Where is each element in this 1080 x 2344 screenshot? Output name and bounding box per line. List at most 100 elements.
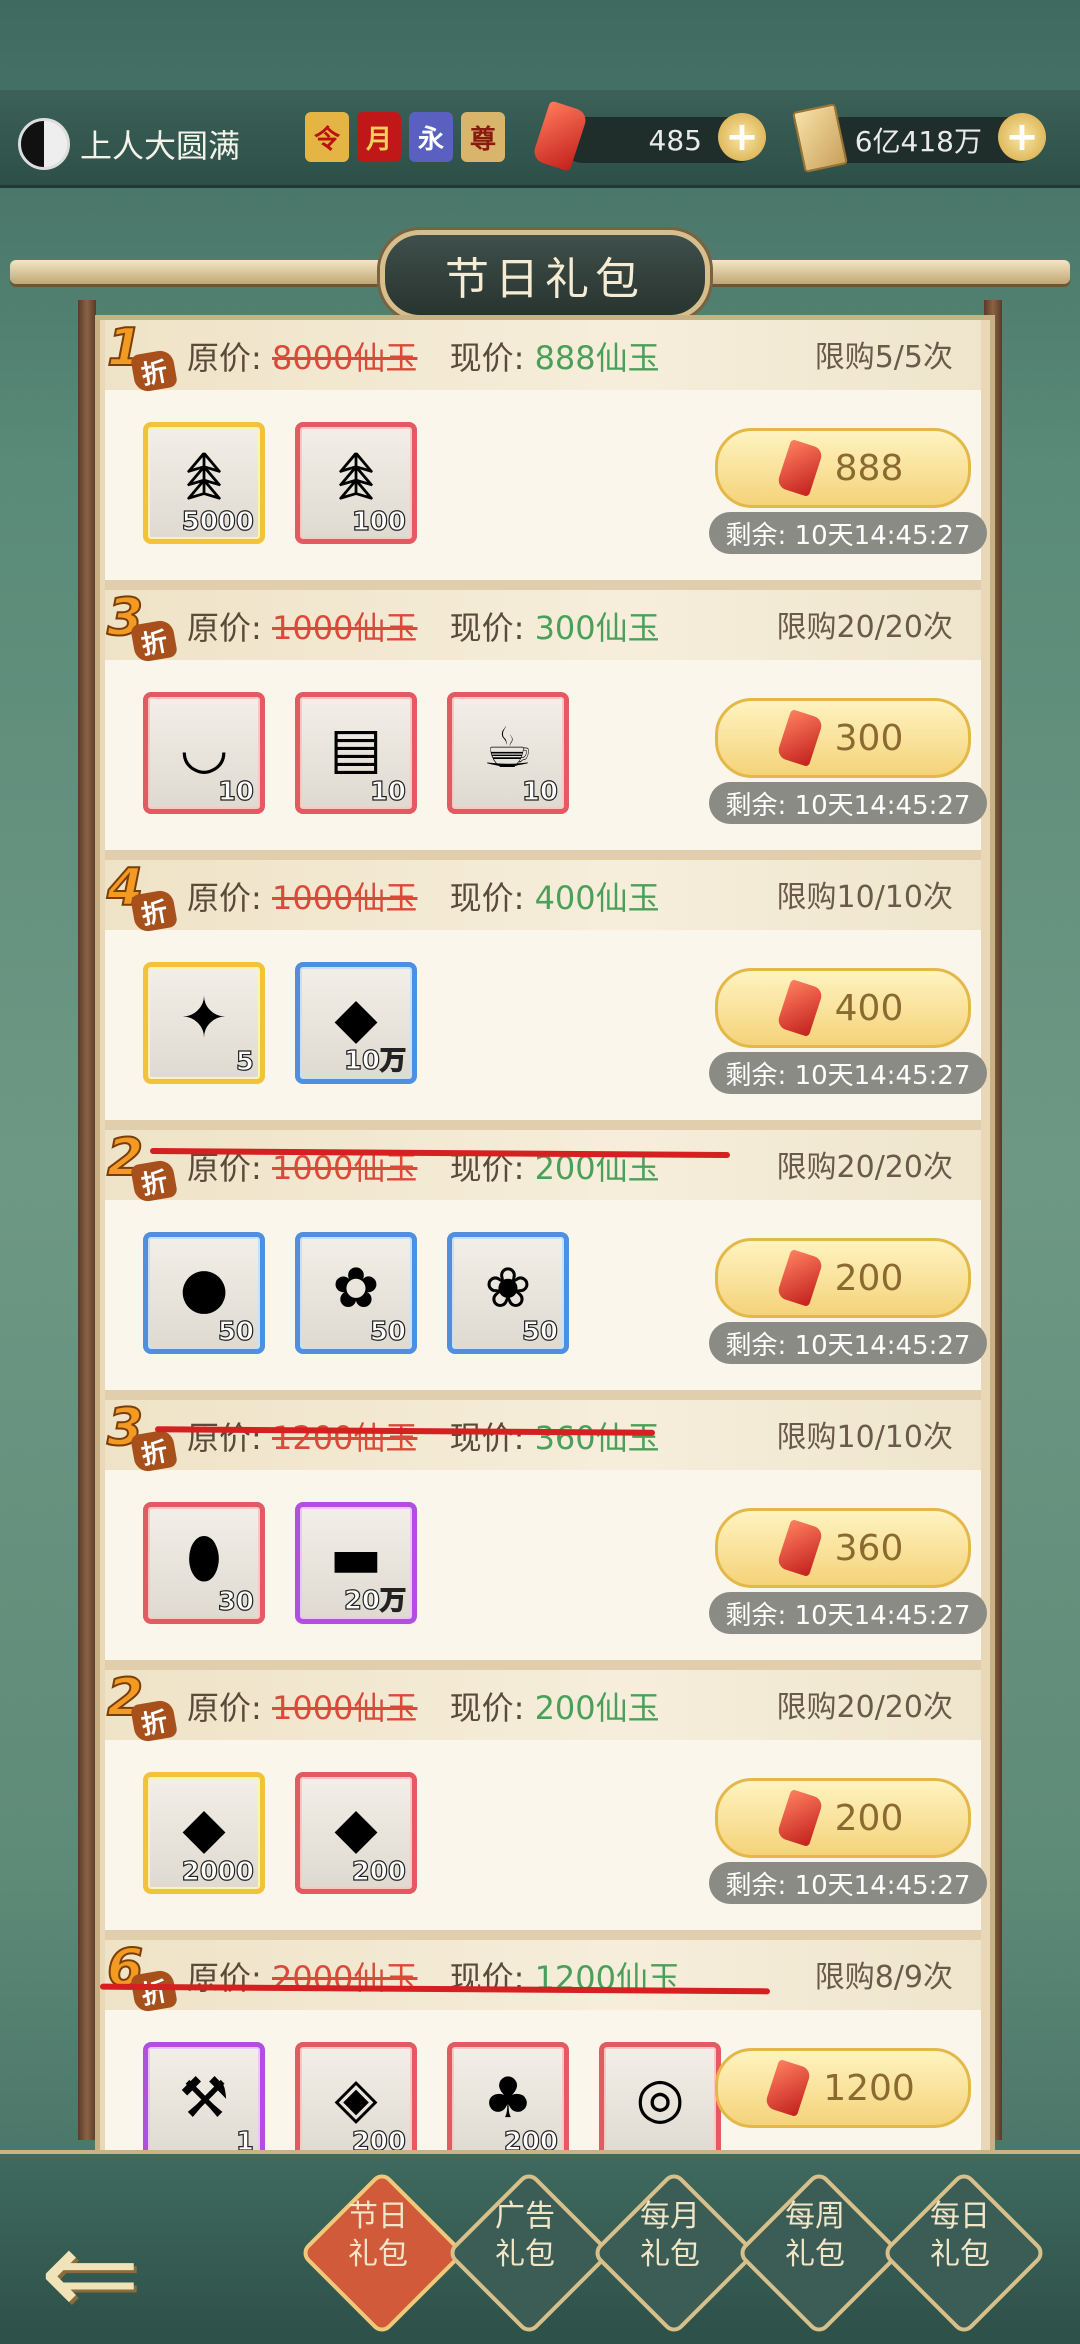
reward-item-slot[interactable]: ● 50 — [143, 1232, 265, 1354]
current-price: 888仙玉 — [534, 339, 660, 377]
token-badge-icon[interactable]: 令 — [305, 112, 349, 162]
gem-amount: 485 — [648, 123, 702, 157]
item-quantity: 10 — [369, 776, 406, 807]
reward-items: ⚒ 1 ◈ 200 ♣ 200 ◎ — [143, 2042, 721, 2164]
reward-item-slot[interactable]: ◆ 2000 — [143, 1772, 265, 1894]
gift-pack-list[interactable]: 1 折 原价: 8000仙玉 现价: 888仙玉 限购5/5次 𖠰 5000 𖠰… — [95, 315, 995, 2180]
jade-ingot-icon: ◆ — [334, 1795, 378, 1861]
gift-pack-card: 2 折 原价: 1000仙玉 现价: 200仙玉 限购20/20次 ◆ 2000… — [105, 1667, 987, 1940]
item-quantity: 2000 — [181, 1856, 255, 1887]
red-gem-icon — [775, 1518, 824, 1578]
buy-price: 200 — [834, 1797, 904, 1839]
back-button[interactable]: ⇐ — [40, 2214, 230, 2334]
original-price-label: 原价: — [187, 1689, 262, 1727]
reward-item-slot[interactable]: 𖠰 5000 — [143, 422, 265, 544]
tab-label: 节日 礼包 — [323, 2198, 433, 2274]
red-flower-icon: ✿ — [332, 1255, 380, 1321]
reward-item-slot[interactable]: ◆ 10万 — [295, 962, 417, 1084]
original-price-label: 原价: — [187, 879, 262, 917]
discount-zhe-label: 折 — [130, 1968, 178, 2014]
current-price-label: 现价: — [449, 1419, 525, 1457]
tab-label: 每周 礼包 — [760, 2198, 870, 2274]
item-quantity: 50 — [369, 1316, 406, 1347]
melon-icon: ● — [179, 1255, 229, 1321]
reward-item-slot[interactable]: ❀ 50 — [447, 1232, 569, 1354]
remaining-time: 剩余: 10天14:45:27 — [709, 1592, 987, 1634]
original-price-label: 原价: — [187, 339, 262, 377]
tab-label-line2: 礼包 — [348, 2237, 408, 2272]
item-quantity: 30 — [217, 1586, 254, 1617]
reward-items: ◆ 2000 ◆ 200 — [143, 1772, 417, 1894]
reward-item-slot[interactable]: ♣ 200 — [447, 2042, 569, 2164]
top-bar: 上人大圆满 令 月 永 尊 485 + 6亿418万 + — [0, 90, 1080, 188]
purchase-limit: 限购5/5次 — [814, 340, 953, 375]
current-price-label: 现价: — [449, 879, 525, 917]
tea-cup-icon: ☕ — [482, 715, 534, 781]
herb-icon: ❀ — [484, 1255, 532, 1321]
buy-price: 360 — [834, 1527, 904, 1569]
buy-button[interactable]: 400 — [715, 968, 971, 1048]
current-price: 360仙玉 — [534, 1419, 660, 1457]
price-line: 原价: 1000仙玉 现价: 400仙玉 — [187, 873, 660, 919]
buy-button[interactable]: 200 — [715, 1238, 971, 1318]
purchase-limit: 限购10/10次 — [776, 1420, 953, 1455]
reward-items: ◡ 10 ▤ 10 ☕ 10 — [143, 692, 569, 814]
discount-tag: 4 折 — [103, 857, 183, 934]
player-name: 上人大圆满 — [80, 127, 241, 165]
reward-item-slot[interactable]: ◎ — [599, 2042, 721, 2164]
discount-zhe-label: 折 — [130, 1158, 178, 1204]
red-gem-icon — [775, 978, 824, 1038]
card-header: 2 折 原价: 1000仙玉 现价: 200仙玉 限购20/20次 — [105, 1127, 981, 1204]
player-info[interactable]: 上人大圆满 — [18, 118, 240, 170]
reward-item-slot[interactable]: ▬ 20万 — [295, 1502, 417, 1624]
purchase-limit: 限购20/20次 — [776, 1690, 953, 1725]
price-line: 原价: 1200仙玉 现价: 360仙玉 — [187, 1413, 660, 1459]
reward-item-slot[interactable]: ✦ 5 — [143, 962, 265, 1084]
talisman-icon: ▬ — [329, 1525, 383, 1591]
current-price: 400仙玉 — [534, 879, 660, 917]
reward-item-slot[interactable]: ▤ 10 — [295, 692, 417, 814]
reward-item-slot[interactable]: ⚒ 1 — [143, 2042, 265, 2164]
vip-badge-icon[interactable]: 尊 — [461, 112, 505, 162]
item-quantity: 50 — [521, 1316, 558, 1347]
gem-currency: 485 + — [531, 100, 766, 172]
buy-price: 300 — [834, 717, 904, 759]
monthly-card-badge-icon[interactable]: 月 — [357, 112, 401, 162]
purchase-limit: 限购20/20次 — [776, 1150, 953, 1185]
reward-item-slot[interactable]: ◈ 200 — [295, 2042, 417, 2164]
card-header: 6 折 原价: 2000仙玉 现价: 1200仙玉 限购8/9次 — [105, 1937, 981, 2014]
jade-ingot-icon: ◆ — [334, 985, 378, 1051]
gift-pack-card: 3 折 原价: 1000仙玉 现价: 300仙玉 限购20/20次 ◡ 10 ▤… — [105, 587, 987, 860]
discount-tag: 3 折 — [103, 1397, 183, 1474]
buy-button[interactable]: 888 — [715, 428, 971, 508]
buy-button[interactable]: 200 — [715, 1778, 971, 1858]
crystal-ore-icon: ◈ — [334, 2065, 378, 2131]
buy-price: 888 — [834, 447, 904, 489]
remaining-time: 剩余: 10天14:45:27 — [709, 1322, 987, 1364]
remaining-time: 剩余: 10天14:45:27 — [709, 512, 987, 554]
add-token-button[interactable]: + — [998, 113, 1046, 161]
token-scroll-icon — [792, 103, 848, 173]
permanent-card-badge-icon[interactable]: 永 — [409, 112, 453, 162]
discount-tag: 6 折 — [103, 1937, 183, 2014]
remaining-time: 剩余: 10天14:45:27 — [709, 782, 987, 824]
jade-ingot-icon: ◆ — [182, 1795, 226, 1861]
back-arrow-icon: ⇐ — [40, 2204, 141, 2343]
buy-button[interactable]: 360 — [715, 1508, 971, 1588]
reward-item-slot[interactable]: ✿ 50 — [295, 1232, 417, 1354]
reward-item-slot[interactable]: ◆ 200 — [295, 1772, 417, 1894]
reward-item-slot[interactable]: 𖠰 100 — [295, 422, 417, 544]
reward-item-slot[interactable]: ◡ 10 — [143, 692, 265, 814]
scroll-icon: ▤ — [329, 715, 383, 781]
add-gem-button[interactable]: + — [718, 113, 766, 161]
tab-label-line2: 礼包 — [785, 2237, 845, 2272]
remaining-time: 剩余: 10天14:45:27 — [709, 1862, 987, 1904]
token-amount: 6亿418万 — [854, 125, 982, 158]
item-quantity: 100 — [351, 506, 406, 537]
buy-button[interactable]: 300 — [715, 698, 971, 778]
purchase-limit: 限购8/9次 — [814, 1960, 953, 1995]
reward-item-slot[interactable]: ☕ 10 — [447, 692, 569, 814]
buy-button[interactable]: 1200 — [715, 2048, 971, 2128]
reward-item-slot[interactable]: ⬮ 30 — [143, 1502, 265, 1624]
original-price: 1000仙玉 — [271, 879, 418, 917]
